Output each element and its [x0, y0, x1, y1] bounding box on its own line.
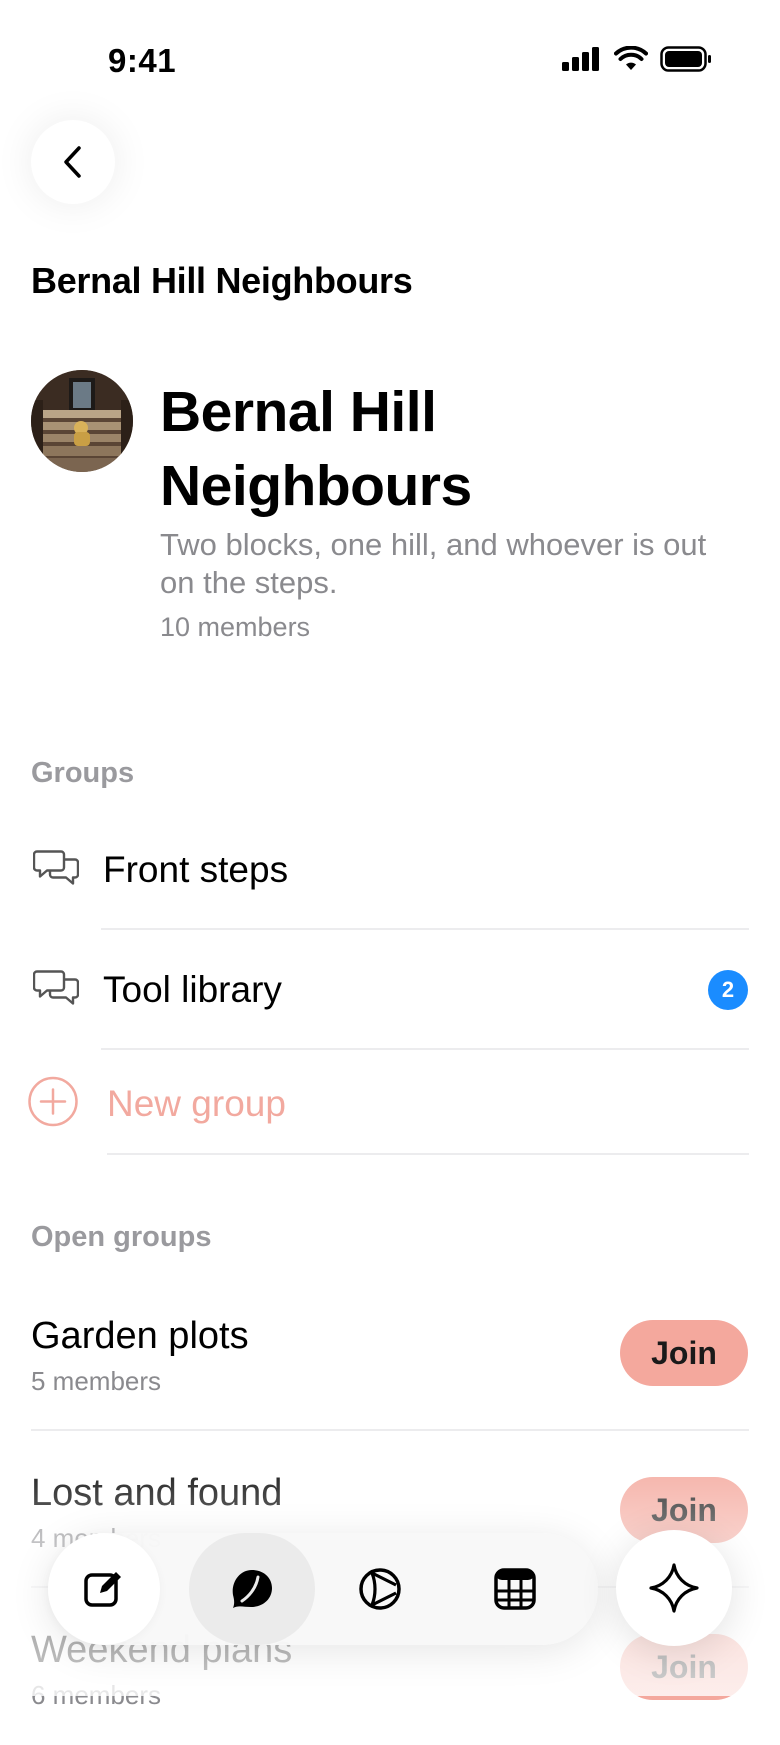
new-group-label: New group: [107, 1083, 286, 1124]
open-group-name: Lost and found: [31, 1472, 283, 1514]
chat-bubbles-icon: [32, 848, 80, 893]
plus-circle-icon: [27, 1076, 79, 1133]
unread-badge: 2: [708, 970, 748, 1010]
back-button[interactable]: [31, 120, 115, 204]
group-row-front-steps[interactable]: Front steps: [0, 810, 780, 930]
battery-icon: [660, 46, 711, 72]
tab-bar: [48, 1533, 598, 1645]
wifi-icon: [614, 46, 648, 70]
join-button[interactable]: Join: [620, 1320, 748, 1386]
sparkle-diamond-icon: [649, 1563, 699, 1613]
calendar-icon: [494, 1568, 536, 1610]
open-group-name: Garden plots: [31, 1315, 249, 1357]
compose-icon: [84, 1572, 121, 1607]
status-icons: [562, 46, 712, 72]
chats-icon: [232, 1570, 272, 1608]
tab-explore[interactable]: [324, 1533, 436, 1645]
group-row-tool-library[interactable]: Tool library 2: [0, 930, 780, 1050]
open-group-members: 5 members: [31, 1366, 162, 1396]
tab-chats[interactable]: [189, 1533, 315, 1645]
open-group-row-garden-plots: Garden plots 5 members Join: [0, 1275, 780, 1431]
chat-bubbles-icon: [32, 968, 80, 1013]
divider: [107, 1153, 749, 1155]
explore-icon: [359, 1568, 401, 1610]
tab-compose[interactable]: [48, 1533, 160, 1645]
tab-calendar[interactable]: [459, 1533, 571, 1645]
divider: [31, 1429, 749, 1431]
community-avatar: [31, 370, 133, 472]
chevron-left-icon: [64, 146, 81, 178]
status-time: 9:41: [108, 42, 177, 79]
group-label: Tool library: [103, 969, 282, 1010]
cellular-signal-icon: [562, 47, 599, 71]
nav-title: Bernal Hill Neighbours: [31, 260, 413, 301]
new-group-button[interactable]: New group: [0, 1046, 780, 1162]
community-name: Bernal Hill Neighbours: [160, 380, 472, 518]
community-member-count: 10 members: [160, 612, 311, 642]
group-label: Front steps: [103, 849, 289, 890]
open-groups-section-label: Open groups: [31, 1221, 212, 1253]
groups-section-label: Groups: [31, 757, 135, 789]
community-description: Two blocks, one hill, and whoever is out…: [160, 527, 707, 600]
assistant-button[interactable]: [616, 1530, 732, 1646]
